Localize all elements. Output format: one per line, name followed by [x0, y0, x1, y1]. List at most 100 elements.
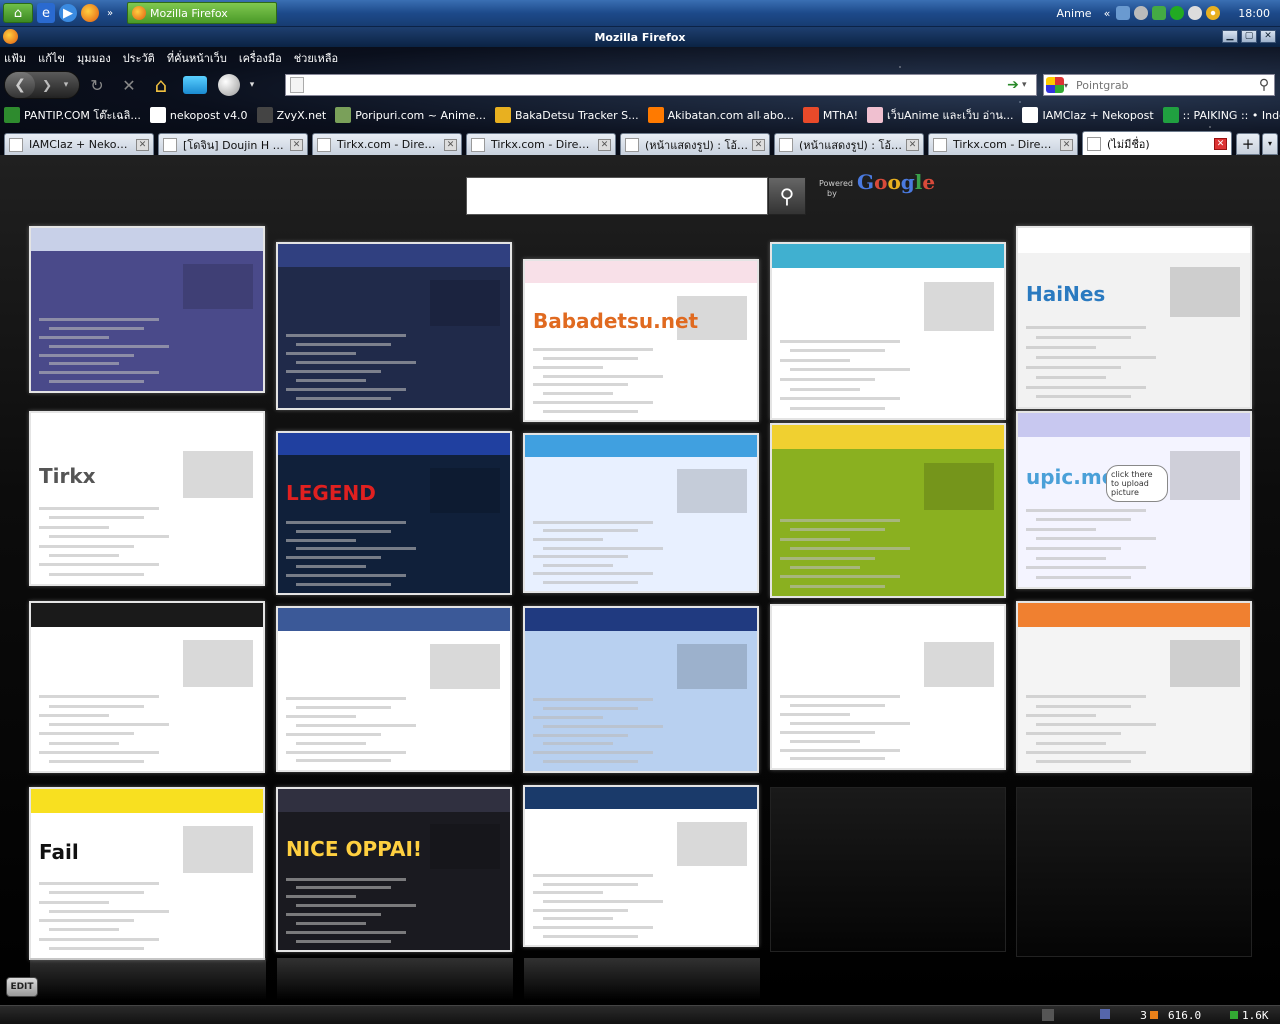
- folder-icon[interactable]: [178, 72, 212, 98]
- minimize-button[interactable]: ▁: [1222, 30, 1238, 43]
- home-icon[interactable]: ⌂: [144, 72, 178, 98]
- tab-close-icon[interactable]: ✕: [598, 138, 611, 151]
- url-input[interactable]: [308, 76, 1004, 94]
- speed-dial-thumbnail[interactable]: [276, 242, 512, 410]
- bookmark-item[interactable]: Poripuri.com ~ Anime...: [335, 107, 486, 123]
- tab-close-icon[interactable]: ✕: [1060, 138, 1073, 151]
- addon-icon[interactable]: [212, 72, 246, 98]
- speed-dial-thumbnail[interactable]: Fail: [29, 787, 265, 960]
- tab[interactable]: Tirkx.com - Direct... ✕: [312, 133, 462, 155]
- menu-help[interactable]: ช่วยเหลือ: [294, 49, 338, 67]
- tab-close-icon[interactable]: ✕: [906, 138, 919, 151]
- speed-dial-thumbnail[interactable]: [1016, 601, 1252, 773]
- tab[interactable]: (หน้าแสดงรูป) : โอ้โ... ✕: [774, 133, 924, 155]
- network-icon[interactable]: [1116, 6, 1131, 20]
- speed-dial-thumbnail[interactable]: LEGEND: [276, 431, 512, 595]
- tab-close-icon[interactable]: ✕: [1214, 137, 1227, 150]
- speed-dial-empty-slot[interactable]: [1016, 787, 1252, 957]
- url-dropdown-icon[interactable]: ▾: [1022, 80, 1036, 90]
- forward-button[interactable]: ❯: [35, 78, 59, 92]
- speed-dial-thumbnail[interactable]: [29, 601, 265, 773]
- speed-dial-thumbnail[interactable]: [770, 423, 1006, 598]
- tab[interactable]: Tirkx.com - Direct... ✕: [466, 133, 616, 155]
- more-launchers-icon[interactable]: »: [103, 3, 117, 23]
- tab[interactable]: IAMClaz + Nekopost ✕: [4, 133, 154, 155]
- search-icon[interactable]: ⚲: [1254, 77, 1274, 93]
- new-tab-button[interactable]: +: [1236, 133, 1260, 155]
- bookmark-item[interactable]: Akibatan.com all abo...: [647, 107, 794, 123]
- tray-user[interactable]: Anime: [1057, 7, 1092, 20]
- taskbar-item-firefox[interactable]: Mozilla Firefox: [127, 2, 277, 24]
- close-button[interactable]: ✕: [1260, 30, 1276, 43]
- speed-dial-thumbnail[interactable]: [770, 604, 1006, 770]
- go-arrow-icon[interactable]: ➔: [1004, 77, 1022, 93]
- tab[interactable]: [โดจิน] Doujin H แ... ✕: [158, 133, 308, 155]
- back-button[interactable]: ❮: [5, 72, 35, 98]
- menu-history[interactable]: ประวัติ: [123, 49, 155, 67]
- tab-close-icon[interactable]: ✕: [444, 138, 457, 151]
- clock[interactable]: 18:00: [1238, 7, 1270, 20]
- home-icon[interactable]: ⌂: [3, 3, 33, 23]
- bookmark-item[interactable]: BakaDetsu Tracker S...: [495, 107, 639, 123]
- tab[interactable]: Tirkx.com - Direct... ✕: [928, 133, 1078, 155]
- addon-status-icon[interactable]: [1042, 1009, 1054, 1021]
- tab-list-dropdown-icon[interactable]: ▾: [1262, 133, 1278, 155]
- speed-dial-thumbnail[interactable]: HaiNes: [1016, 226, 1252, 409]
- speed-dial-thumbnail[interactable]: Tirkx: [29, 411, 265, 586]
- tab[interactable]: (หน้าแสดงรูป) : โอ้โ... ✕: [620, 133, 770, 155]
- google-icon[interactable]: [1046, 77, 1064, 93]
- disc-icon[interactable]: [1206, 6, 1221, 20]
- window-titlebar[interactable]: Mozilla Firefox ▁ ▢ ✕: [0, 27, 1280, 47]
- bookmark-item[interactable]: nekopost v4.0: [149, 107, 248, 123]
- download-status-icon[interactable]: [1100, 1009, 1110, 1019]
- firefox-icon[interactable]: [3, 29, 18, 44]
- menu-bookmarks[interactable]: ที่คั่นหน้าเว็บ: [167, 49, 227, 67]
- bookmark-item[interactable]: เว็บAnime และเว็บ อ่าน...: [867, 106, 1013, 124]
- security-icon[interactable]: [1188, 6, 1203, 20]
- reload-icon[interactable]: ↻: [80, 72, 114, 98]
- bookmark-item[interactable]: PANTIP.COM โต๊ะเฉลิ...: [4, 106, 141, 124]
- addon-dropdown-icon[interactable]: ▾: [246, 72, 258, 98]
- tray-expand-icon[interactable]: «: [1104, 7, 1111, 20]
- search-input[interactable]: [1074, 76, 1254, 94]
- launcher-media-icon[interactable]: ▶: [59, 4, 77, 22]
- green-status-icon[interactable]: [1230, 1011, 1238, 1019]
- tab-close-icon[interactable]: ✕: [290, 138, 303, 151]
- bookmark-item[interactable]: IAMClaz + Nekopost: [1022, 107, 1154, 123]
- menu-edit[interactable]: แก้ไข: [38, 49, 65, 67]
- launcher-firefox-icon[interactable]: [81, 4, 99, 22]
- speed-dial-thumbnail[interactable]: [523, 606, 759, 773]
- stop-icon[interactable]: ✕: [114, 72, 144, 98]
- launcher-ie-icon[interactable]: e: [37, 3, 55, 23]
- speed-dial-thumbnail[interactable]: Babadetsu.net: [523, 259, 759, 422]
- volume-icon[interactable]: [1134, 6, 1149, 20]
- battery-icon[interactable]: [1152, 6, 1167, 20]
- orange-status-icon[interactable]: [1150, 1011, 1158, 1019]
- speed-dial-thumbnail[interactable]: [523, 785, 759, 947]
- search-bar[interactable]: ▾ ⚲: [1043, 74, 1275, 96]
- bookmark-item[interactable]: :: PAIKING :: • Index ...: [1162, 107, 1280, 123]
- speed-dial-thumbnail[interactable]: [770, 242, 1006, 420]
- speed-dial-thumbnail[interactable]: [29, 226, 265, 393]
- tab-close-icon[interactable]: ✕: [136, 138, 149, 151]
- speed-dial-empty-slot[interactable]: [770, 787, 1006, 952]
- speed-dial-thumbnail[interactable]: NICE OPPAI!: [276, 787, 512, 952]
- tab-close-icon[interactable]: ✕: [752, 138, 765, 151]
- edit-button[interactable]: EDIT: [6, 977, 38, 997]
- search-engine-dropdown-icon[interactable]: ▾: [1064, 81, 1074, 90]
- google-search-input[interactable]: [467, 178, 767, 214]
- bookmark-item[interactable]: MThA!: [802, 107, 858, 123]
- google-search-button[interactable]: ⚲: [768, 177, 806, 215]
- bookmark-item[interactable]: ZvyX.net: [256, 107, 326, 123]
- speed-dial-thumbnail[interactable]: [276, 606, 512, 772]
- google-search-box[interactable]: [466, 177, 768, 215]
- history-dropdown-icon[interactable]: ▾: [59, 80, 73, 90]
- menu-tools[interactable]: เครื่องมือ: [239, 49, 282, 67]
- tab-active[interactable]: (ไม่มีชื่อ) ✕: [1082, 131, 1232, 155]
- url-bar[interactable]: ➔ ▾: [285, 74, 1037, 96]
- speed-dial-thumbnail[interactable]: [523, 433, 759, 593]
- menu-view[interactable]: มุมมอง: [77, 49, 111, 67]
- menu-file[interactable]: แฟ้ม: [4, 49, 26, 67]
- maximize-button[interactable]: ▢: [1241, 30, 1257, 43]
- speed-dial-thumbnail[interactable]: upic.me click there to upload picture: [1016, 411, 1252, 589]
